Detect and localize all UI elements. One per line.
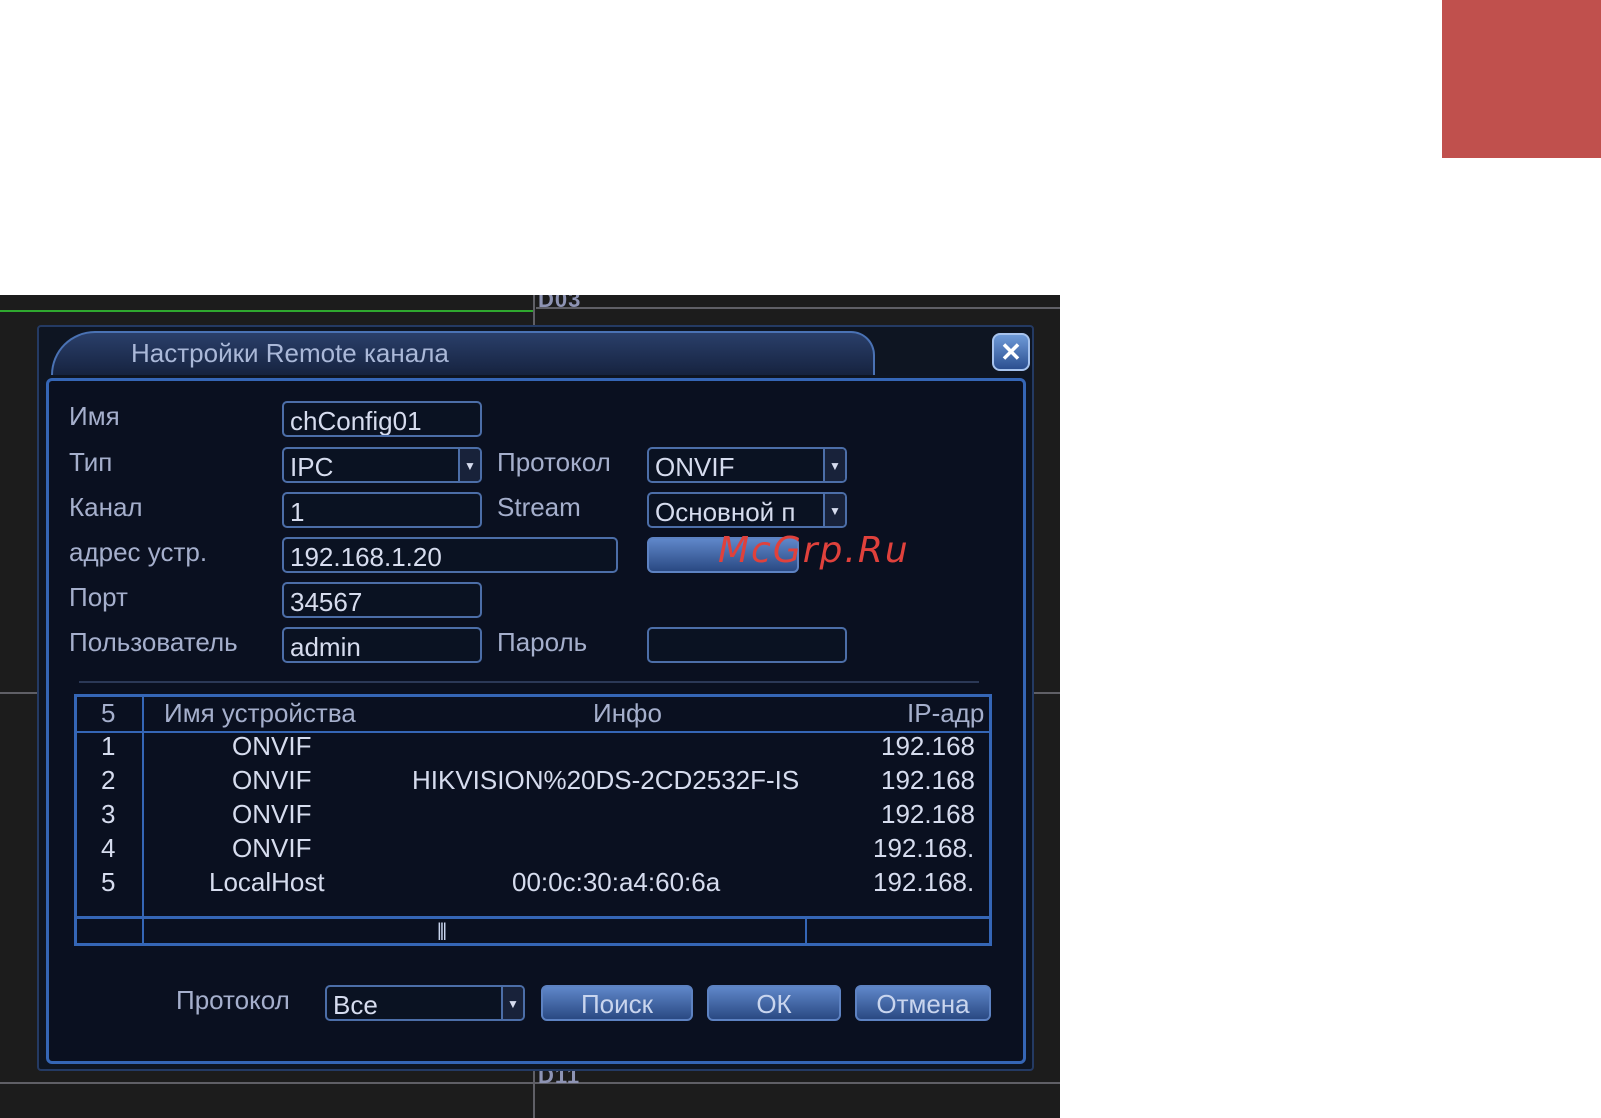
search-button[interactable]: Поиск bbox=[541, 985, 693, 1021]
password-label: Пароль bbox=[497, 627, 588, 657]
port-field[interactable]: 34567 bbox=[282, 582, 482, 618]
dvr-screen: D03 D11 Настройки Remote канала ✕ Имя ch… bbox=[0, 295, 1060, 1118]
address-label: адрес устр. bbox=[69, 537, 208, 567]
header-ip: IP-адр bbox=[907, 698, 985, 728]
row-number: 3 bbox=[101, 799, 116, 829]
footer-protocol-label: Протокол bbox=[176, 985, 290, 1015]
scroll-grip-icon: ||| bbox=[437, 920, 447, 940]
chevron-down-icon: ▼ bbox=[501, 987, 523, 1019]
row-device-name: ONVIF bbox=[232, 765, 312, 795]
cancel-button[interactable]: Отмена bbox=[855, 985, 991, 1021]
dialog-title-bar: Настройки Remote канала bbox=[51, 331, 875, 375]
protocol-select[interactable]: ONVIF ▼ bbox=[647, 447, 847, 483]
type-select[interactable]: IPC ▼ bbox=[282, 447, 482, 483]
port-label: Порт bbox=[69, 582, 128, 612]
close-button[interactable]: ✕ bbox=[992, 333, 1030, 371]
row-device-name: ONVIF bbox=[232, 731, 312, 761]
chevron-down-icon: ▼ bbox=[823, 449, 845, 481]
chevron-down-icon: ▼ bbox=[458, 449, 480, 481]
row-number: 4 bbox=[101, 833, 116, 863]
user-label: Пользователь bbox=[69, 627, 238, 657]
channel-label-top: D03 bbox=[538, 295, 582, 312]
row-device-name: ONVIF bbox=[232, 799, 312, 829]
type-label: Тип bbox=[69, 447, 113, 477]
name-label: Имя bbox=[69, 401, 120, 431]
column-separator bbox=[142, 697, 144, 943]
type-value: IPC bbox=[290, 452, 334, 482]
protocol-label: Протокол bbox=[497, 447, 611, 477]
password-field[interactable] bbox=[647, 627, 847, 663]
user-field[interactable]: admin bbox=[282, 627, 482, 663]
close-icon: ✕ bbox=[1000, 337, 1022, 367]
device-table: 5 Имя устройства Инфо IP-адр 1 ONVIF 192… bbox=[74, 694, 992, 946]
header-count: 5 bbox=[101, 698, 116, 728]
corner-accent-block bbox=[1442, 0, 1601, 158]
row-number: 5 bbox=[101, 867, 116, 897]
scrollbar-thumb[interactable]: ||| bbox=[77, 919, 807, 943]
divider bbox=[79, 681, 979, 683]
row-device-name: ONVIF bbox=[232, 833, 312, 863]
remote-channel-dialog: Настройки Remote канала ✕ Имя chConfig01… bbox=[37, 325, 1034, 1071]
row-device-name: LocalHost bbox=[209, 867, 325, 897]
table-header: 5 Имя устройства Инфо IP-адр bbox=[77, 697, 989, 733]
row-ip: 192.168 bbox=[881, 765, 975, 795]
protocol-value: ONVIF bbox=[655, 452, 735, 482]
footer-protocol-value: Все bbox=[333, 990, 378, 1020]
row-number: 1 bbox=[101, 731, 116, 761]
stream-select[interactable]: Основной п ▼ bbox=[647, 492, 847, 528]
grid-line bbox=[536, 307, 1060, 309]
channel-label: Канал bbox=[69, 492, 143, 522]
row-ip: 192.168. bbox=[873, 833, 975, 863]
stream-value: Основной п bbox=[655, 497, 796, 527]
row-ip: 192.168 bbox=[881, 731, 975, 761]
header-device-name: Имя устройства bbox=[164, 698, 356, 728]
stream-label: Stream bbox=[497, 492, 581, 522]
green-divider bbox=[0, 310, 535, 312]
row-ip: 192.168 bbox=[881, 799, 975, 829]
address-field[interactable]: 192.168.1.20 bbox=[282, 537, 618, 573]
row-number: 2 bbox=[101, 765, 116, 795]
horizontal-scrollbar[interactable]: ||| bbox=[77, 916, 989, 943]
row-ip: 192.168. bbox=[873, 867, 975, 897]
channel-field[interactable]: 1 bbox=[282, 492, 482, 528]
watermark-text: McGrp.Ru bbox=[718, 530, 910, 571]
row-info: 00:0c:30:a4:60:6a bbox=[512, 867, 721, 897]
grid-line bbox=[0, 1082, 1060, 1084]
row-info: HIKVISION%20DS-2CD2532F-IS bbox=[412, 765, 800, 795]
settings-panel: Имя chConfig01 Тип IPC ▼ Протокол ONVIF … bbox=[46, 378, 1026, 1064]
chevron-down-icon: ▼ bbox=[823, 494, 845, 526]
header-info: Инфо bbox=[593, 698, 662, 728]
footer-protocol-select[interactable]: Все ▼ bbox=[325, 985, 525, 1021]
ok-button[interactable]: ОК bbox=[707, 985, 841, 1021]
dialog-title: Настройки Remote канала bbox=[131, 338, 449, 368]
name-field[interactable]: chConfig01 bbox=[282, 401, 482, 437]
